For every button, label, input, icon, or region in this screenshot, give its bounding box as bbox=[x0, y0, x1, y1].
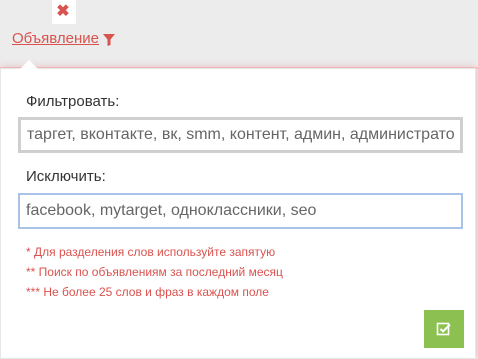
close-icon[interactable]: ✖ bbox=[55, 2, 71, 22]
include-label: Фильтровать: bbox=[26, 93, 120, 110]
hint-period: ** Поиск по объявлениям за последний мес… bbox=[26, 265, 283, 279]
exclude-input[interactable] bbox=[18, 193, 463, 229]
hint-comma: * Для разделения слов используйте запяту… bbox=[26, 245, 276, 259]
exclude-label: Исключить: bbox=[26, 168, 106, 185]
apply-button[interactable] bbox=[424, 310, 464, 348]
include-input[interactable] bbox=[18, 117, 463, 153]
popover-arrow bbox=[20, 60, 38, 69]
funnel-icon[interactable] bbox=[102, 33, 115, 46]
check-square-icon bbox=[436, 322, 451, 336]
filter-link[interactable]: Объявление bbox=[12, 29, 115, 49]
filter-link-label[interactable]: Объявление bbox=[12, 29, 99, 49]
hint-limit: *** Не более 25 слов и фраз в каждом пол… bbox=[26, 285, 269, 299]
